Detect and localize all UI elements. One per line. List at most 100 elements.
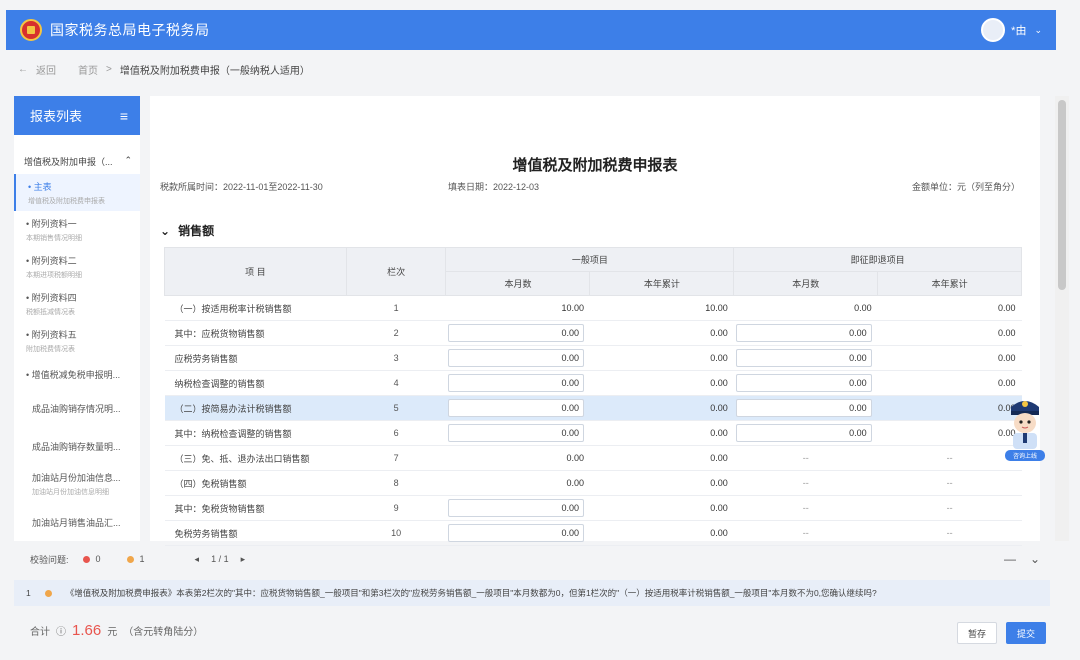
back-arrow-icon[interactable]: ←: [18, 64, 28, 75]
next-page-button[interactable]: ▸: [241, 554, 246, 565]
declaration-form: 增值税及附加税费申报表 税款所属时间：2022-11-01至2022-11-30…: [150, 96, 1040, 546]
sales-table: 项 目 栏次 一般项目 即征即退项目 本月数 本年累计 本月数 本年累计 （一）…: [164, 247, 1022, 546]
column-header-seq: 栏次: [345, 247, 447, 296]
row-seq: 6: [346, 420, 446, 446]
tax-period: 税款所属时间：2022-11-01至2022-11-30: [160, 182, 323, 192]
sidebar-item-oil-quantity[interactable]: 成品油购销存数量明...: [14, 427, 140, 465]
table-row: （三）免、抵、退办法出口销售额 7 0.00 0.00 -- --: [164, 445, 1022, 471]
mascot-icon: 咨询上线: [1005, 401, 1045, 461]
sidebar-item-attachment-1[interactable]: • 附列资料一 本期销售情况明细: [14, 211, 140, 248]
row-name: （四）免税销售额: [164, 470, 347, 496]
amount-input[interactable]: 0.00: [735, 399, 872, 417]
warning-dot-icon: [44, 589, 52, 597]
error-count[interactable]: 0: [96, 554, 101, 564]
avatar[interactable]: [981, 18, 1006, 42]
table-row: （一）按适用税率计税销售额 1 10.00 10.00 0.00 0.00: [164, 295, 1022, 321]
report-list-title: 报表列表: [30, 109, 83, 124]
row-name: （二）按简易办法计税销售额: [164, 395, 347, 421]
amount-input[interactable]: 0.00: [735, 324, 872, 342]
table-row: 其中：免税货物销售额 9 0.00 0.00 -- --: [164, 495, 1022, 521]
cell-value: 0.00: [589, 495, 734, 521]
chevron-down-icon[interactable]: ⌄: [160, 224, 170, 238]
sidebar-item-oil-sales[interactable]: 成品油购销存情况明...: [14, 389, 140, 427]
validation-message[interactable]: 1 《增值税及附加税费申报表》本表第2栏次的"其中：应税货物销售额_一般项目"和…: [14, 580, 1050, 606]
sidebar-item-sub: 本期进项税额明细: [26, 272, 82, 279]
chevron-up-icon[interactable]: ⌃: [124, 155, 132, 168]
amount-input[interactable]: 0.00: [447, 349, 584, 367]
breadcrumb-current: 增值税及附加税费申报（一般纳税人适用）: [119, 66, 310, 77]
sidebar-item-gas-station-info[interactable]: 加油站月份加油信息... 加油站月份加油信息明细: [14, 465, 140, 503]
amount-input[interactable]: 0.00: [447, 374, 584, 392]
sidebar-item-label: • 附列资料四: [26, 293, 77, 303]
report-group-label[interactable]: 增值税及附加申报（...: [24, 155, 113, 168]
total-label: 合计: [30, 627, 50, 638]
cell-value: 0.00: [877, 420, 1022, 446]
row-seq: 1: [346, 295, 446, 321]
amount-input[interactable]: 0.00: [447, 324, 584, 342]
top-header: 国家税务总局电子税务局 *由 ⌄: [6, 10, 1056, 50]
report-list-header: 报表列表 ≡: [14, 96, 140, 135]
total-value: 1.66: [72, 622, 102, 639]
row-name: 免税劳务销售额: [164, 520, 347, 546]
amount-input[interactable]: 0.00: [447, 424, 584, 442]
row-name: 其中：应税货物销售额: [164, 320, 347, 346]
chevron-down-icon[interactable]: ⌄: [1030, 552, 1040, 566]
total-note: （含元转角陆分）: [123, 627, 204, 638]
pager: ◂ 1 / 1 ▸: [195, 554, 246, 565]
vertical-scrollbar[interactable]: [1055, 96, 1069, 541]
info-icon[interactable]: ⓘ: [56, 623, 66, 638]
cell-value: 0.00: [733, 295, 878, 321]
row-seq: 7: [346, 445, 446, 471]
prev-page-button[interactable]: ◂: [195, 554, 200, 565]
cell-value: --: [733, 470, 878, 496]
sidebar-item-tax-relief[interactable]: • 增值税减免税申报明...: [14, 359, 140, 389]
sidebar-item-label: • 附列资料五: [26, 330, 77, 340]
validation-bar: 校验问题: 0 1 ◂ 1 / 1 ▸ — ⌄: [14, 544, 1054, 574]
sidebar-item-main-form[interactable]: • 主表 增值税及附加税费申报表: [14, 174, 140, 211]
back-link[interactable]: 返回: [36, 62, 56, 77]
breadcrumb-home[interactable]: 首页: [78, 62, 98, 77]
warning-dot-icon: [126, 555, 134, 563]
cell-value: --: [733, 495, 878, 521]
cell-value: 0.00: [589, 395, 734, 421]
column-header-item: 项 目: [164, 247, 347, 296]
amount-input[interactable]: 0.00: [735, 349, 872, 367]
sidebar-item-label: • 增值税减免税申报明...: [26, 369, 121, 380]
save-draft-button[interactable]: 暂存: [957, 622, 997, 644]
row-seq: 4: [346, 370, 446, 396]
cell-value: 10.00: [589, 295, 734, 321]
sidebar-item-gas-station-summary[interactable]: 加油站月销售油品汇...: [14, 503, 140, 541]
section-sales-header[interactable]: ⌄ 销售额: [160, 222, 214, 239]
menu-icon[interactable]: ≡: [120, 108, 128, 124]
sidebar-item-label: 成品油购销存数量明...: [32, 441, 121, 452]
column-header-immediate-year: 本年累计: [877, 271, 1022, 296]
user-menu[interactable]: *由 ⌄: [981, 18, 1042, 42]
amount-input[interactable]: 0.00: [447, 399, 584, 417]
amount-input[interactable]: 0.00: [735, 374, 872, 392]
row-seq: 3: [346, 345, 446, 371]
assistant-mascot[interactable]: 咨询上线: [1003, 395, 1047, 465]
table-row: （四）免税销售额 8 0.00 0.00 -- --: [164, 470, 1022, 496]
warning-count[interactable]: 1: [140, 554, 145, 564]
amount-input[interactable]: 0.00: [447, 499, 584, 517]
row-seq: 10: [346, 520, 446, 546]
submit-button[interactable]: 提交: [1006, 622, 1046, 644]
collapse-icon[interactable]: —: [1004, 552, 1016, 566]
amount-input[interactable]: 0.00: [447, 524, 584, 542]
sidebar-item-attachment-2[interactable]: • 附列资料二 本期进项税额明细: [14, 248, 140, 285]
sidebar-item-attachment-5[interactable]: • 附列资料五 附加税费情况表: [14, 322, 140, 359]
sidebar-item-attachment-4[interactable]: • 附列资料四 税额抵减情况表: [14, 285, 140, 322]
cell-value: 0.00: [589, 370, 734, 396]
page-indicator: 1 / 1: [211, 553, 229, 564]
report-group[interactable]: 增值税及附加申报（... ⌃: [14, 135, 140, 174]
cell-value: 10.00: [445, 295, 590, 321]
column-header-general: 一般项目: [445, 247, 735, 272]
panel-controls: — ⌄: [1004, 552, 1054, 566]
chevron-down-icon[interactable]: ⌄: [1034, 25, 1042, 36]
table-row: 其中：纳税检查调整的销售额 6 0.00 0.00 0.00 0.00: [164, 420, 1022, 446]
row-seq: 9: [346, 495, 446, 521]
scrollbar-thumb[interactable]: [1058, 100, 1066, 290]
table-row: 免税劳务销售额 10 0.00 0.00 -- --: [164, 520, 1022, 546]
amount-input[interactable]: 0.00: [735, 424, 872, 442]
username[interactable]: *由: [1011, 22, 1026, 38]
